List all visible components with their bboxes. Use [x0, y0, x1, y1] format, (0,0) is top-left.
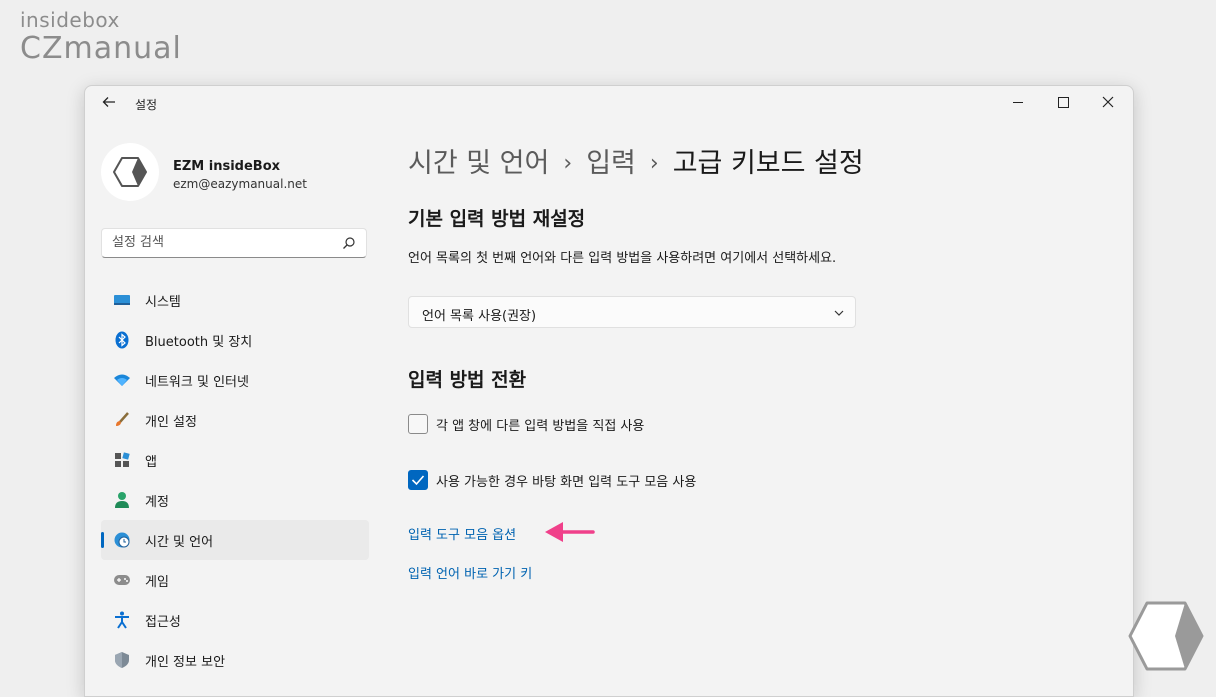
sidebar-nav: 시스템 Bluetooth 및 장치 네트워크 및 인터넷 개인 설정 앱 계정…: [101, 280, 369, 680]
avatar[interactable]: [101, 143, 159, 201]
person-icon: [113, 491, 131, 509]
sidebar-item-apps[interactable]: 앱: [101, 440, 369, 480]
sidebar-item-label: 접근성: [145, 614, 181, 630]
watermark-line2: CZmanual: [20, 31, 182, 66]
hexagon-logo-icon: [113, 157, 147, 187]
checkbox-label: 각 앱 창에 다른 입력 방법을 직접 사용: [436, 418, 645, 434]
sidebar-item-accounts[interactable]: 계정: [101, 480, 369, 520]
brush-icon: [113, 411, 131, 429]
minimize-icon: [1013, 101, 1023, 103]
sidebar-item-label: Bluetooth 및 장치: [145, 334, 253, 350]
chevron-down-icon: [834, 310, 844, 316]
language-bar-options-link[interactable]: 입력 도구 모음 옵션: [408, 524, 516, 543]
default-input-method-dropdown[interactable]: 언어 목록 사용(권장): [408, 296, 856, 328]
sidebar-item-gaming[interactable]: 게임: [101, 560, 369, 600]
dropdown-selected-value: 언어 목록 사용(권장): [422, 309, 537, 324]
close-icon: [1102, 96, 1114, 108]
sidebar-item-label: 개인 설정: [145, 414, 197, 430]
arrow-left-icon: [102, 97, 115, 107]
sidebar-item-personalization[interactable]: 개인 설정: [101, 400, 369, 440]
desktop-language-bar-option[interactable]: 사용 가능한 경우 바탕 화면 입력 도구 모음 사용: [408, 470, 696, 490]
checkmark-icon: [411, 475, 425, 486]
section-title-default-input: 기본 입력 방법 재설정: [408, 208, 586, 230]
title-bar: 설정: [85, 86, 1133, 120]
page-title: 고급 키보드 설정: [672, 148, 864, 179]
monitor-icon: [113, 291, 131, 309]
desktop-language-bar-checkbox[interactable]: [408, 470, 428, 490]
gamepad-icon: [113, 571, 131, 589]
sidebar-item-label: 계정: [145, 494, 169, 510]
back-button[interactable]: [99, 94, 119, 114]
close-button[interactable]: [1085, 86, 1131, 118]
user-name: EZM insideBox: [173, 159, 281, 174]
breadcrumb: 시간 및 언어 › 입력 › 고급 키보드 설정: [408, 141, 864, 180]
search-box[interactable]: [101, 228, 367, 258]
apps-icon: [113, 451, 131, 469]
window-title: 설정: [135, 98, 158, 112]
sidebar-item-label: 시스템: [145, 294, 181, 310]
search-input[interactable]: [112, 235, 332, 250]
sidebar-item-label: 개인 정보 보안: [145, 654, 226, 670]
maximize-icon: [1057, 96, 1069, 108]
settings-window: 설정 EZM insideBox ezm@eazymanual.net 설정 검…: [84, 85, 1134, 697]
corner-hexagon-logo-icon: [1128, 601, 1204, 671]
sidebar-item-bluetooth[interactable]: Bluetooth 및 장치: [101, 320, 369, 360]
bluetooth-icon: [113, 331, 131, 349]
sidebar-item-label: 시간 및 언어: [145, 534, 214, 550]
sidebar-item-system[interactable]: 시스템: [101, 280, 369, 320]
sidebar-item-accessibility[interactable]: 접근성: [101, 600, 369, 640]
globe-clock-icon: [113, 531, 131, 549]
per-app-input-option[interactable]: 각 앱 창에 다른 입력 방법을 직접 사용: [408, 414, 644, 434]
sidebar-item-label: 게임: [145, 574, 169, 590]
wifi-icon: [113, 371, 131, 389]
breadcrumb-input[interactable]: 입력: [586, 148, 636, 179]
checkbox-label: 사용 가능한 경우 바탕 화면 입력 도구 모음 사용: [436, 474, 697, 490]
per-app-input-checkbox[interactable]: [408, 414, 428, 434]
annotation-arrow-icon: [545, 522, 595, 542]
breadcrumb-time-language[interactable]: 시간 및 언어: [408, 148, 549, 179]
breadcrumb-separator: ›: [649, 151, 659, 176]
accessibility-icon: [113, 611, 131, 629]
sidebar-item-label: 앱: [145, 454, 157, 470]
minimize-button[interactable]: [995, 86, 1041, 118]
maximize-button[interactable]: [1040, 86, 1086, 118]
sidebar-item-label: 네트워크 및 인터넷: [145, 374, 249, 390]
watermark-logo: insidebox CZmanual: [20, 10, 182, 64]
user-email: ezm@eazymanual.net: [173, 177, 307, 191]
breadcrumb-separator: ›: [563, 151, 573, 176]
section-title-switch-input: 입력 방법 전환: [408, 369, 527, 391]
sidebar-item-privacy-security[interactable]: 개인 정보 보안: [101, 640, 369, 680]
input-language-hotkeys-link[interactable]: 입력 언어 바로 가기 키: [408, 563, 532, 582]
watermark-line1: insidebox: [20, 8, 120, 32]
search-icon[interactable]: [342, 236, 356, 250]
sidebar-item-network[interactable]: 네트워크 및 인터넷: [101, 360, 369, 400]
section-description: 언어 목록의 첫 번째 언어와 다른 입력 방법을 사용하려면 여기에서 선택하…: [408, 251, 837, 266]
sidebar-item-time-language[interactable]: 시간 및 언어: [101, 520, 369, 560]
shield-icon: [113, 651, 131, 669]
